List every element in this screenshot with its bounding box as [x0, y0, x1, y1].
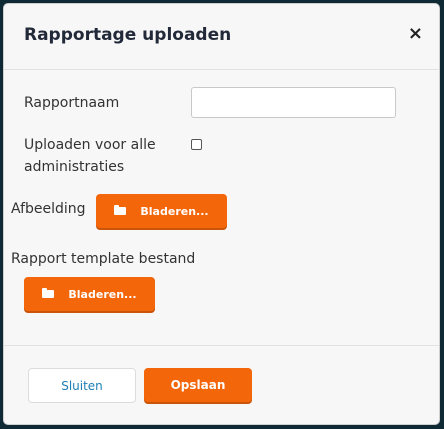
all-admins-checkbox[interactable]	[191, 139, 202, 150]
folder-icon	[42, 288, 55, 298]
save-button[interactable]: Opslaan	[144, 368, 252, 402]
close-icon[interactable]: ×	[408, 25, 423, 43]
all-admins-label-line2: administraties	[24, 159, 125, 175]
dialog-title: Rapportage uploaden	[24, 25, 232, 45]
report-name-input[interactable]	[191, 87, 396, 118]
report-name-label: Rapportnaam	[24, 95, 120, 111]
close-button[interactable]: Sluiten	[28, 368, 136, 403]
folder-icon	[114, 205, 127, 215]
image-browse-label: Bladeren...	[140, 204, 209, 218]
image-browse-button[interactable]: Bladeren...	[96, 194, 227, 228]
image-label: Afbeelding	[11, 201, 86, 217]
all-admins-label: Uploaden voor alle administraties	[24, 134, 156, 178]
template-label: Rapport template bestand	[11, 251, 196, 267]
template-browse-label: Bladeren...	[68, 287, 137, 301]
template-browse-button[interactable]: Bladeren...	[24, 277, 155, 311]
footer-divider	[4, 345, 439, 346]
all-admins-label-line1: Uploaden voor alle	[24, 137, 156, 153]
dialog-header: Rapportage uploaden ×	[4, 4, 439, 70]
upload-report-dialog: Rapportage uploaden × Rapportnaam Upload…	[3, 3, 440, 425]
